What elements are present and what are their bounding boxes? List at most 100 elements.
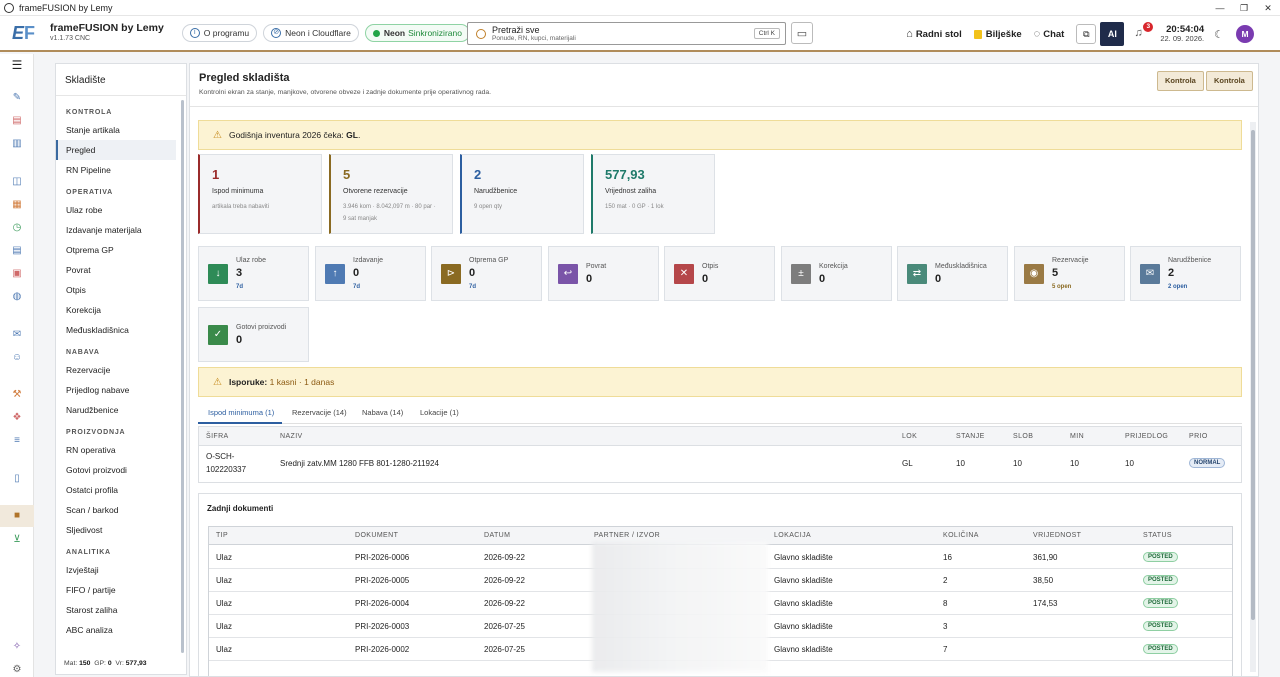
document-icon[interactable]: ▤ <box>11 115 23 127</box>
list-icon[interactable]: ▤ <box>11 245 23 257</box>
sliders-icon[interactable]: ≡ <box>11 435 23 447</box>
kontrola-button-2[interactable]: Kontrola <box>1206 71 1253 91</box>
sidebar-item-povrat[interactable]: Povrat <box>56 260 186 280</box>
deliveries-alert: ⚠ Isporuke: 1 kasni · 1 danas <box>198 367 1242 397</box>
sidebar-item-ulaz-robe[interactable]: Ulaz robe <box>56 200 186 220</box>
sparkle-icon[interactable]: ✧ <box>11 641 23 653</box>
calendar-icon[interactable]: ▦ <box>11 199 23 211</box>
main-scrollbar[interactable] <box>1250 122 1256 672</box>
sidebar-item-ostatci-profila[interactable]: Ostatci profila <box>56 480 186 500</box>
movement-card-gotovi-proizvodi[interactable]: ✓ Gotovi proizvodi 0 <box>198 307 309 362</box>
tab-bar: Ispod minimuma (1) Rezervacije (14) Naba… <box>198 402 1242 424</box>
file-icon[interactable]: ▥ <box>11 138 23 150</box>
movement-card-meduskladisnica[interactable]: ⇄ Međuskladišnica 0 <box>897 246 1008 301</box>
sidebar-item-otpis[interactable]: Otpis <box>56 280 186 300</box>
notifications-button[interactable]: ♫ 3 <box>1134 22 1154 41</box>
tab-ispod-minimuma[interactable]: Ispod minimuma (1) <box>208 408 274 417</box>
movement-card-rezervacije[interactable]: ◉ Rezervacije 5 5 open <box>1014 246 1125 301</box>
movement-card-otpis[interactable]: ✕ Otpis 0 <box>664 246 775 301</box>
sidebar-item-narudzbenice[interactable]: Narudžbenice <box>56 400 186 420</box>
sidebar-footer: Mat: 150 GP: 0 Vr: 577,93 <box>64 660 147 667</box>
gear-icon[interactable]: ⚙ <box>11 664 23 676</box>
global-search-input[interactable]: Pretraži sve Ponude, RN, kupci, materija… <box>467 22 786 45</box>
book-icon[interactable]: ▯ <box>11 473 23 485</box>
sidebar-item-korekcija[interactable]: Korekcija <box>56 300 186 320</box>
tab-nabava[interactable]: Nabava (14) <box>362 408 403 417</box>
sidebar-item-pregled[interactable]: Pregled <box>56 140 176 160</box>
scrollbar-thumb[interactable] <box>1251 130 1255 620</box>
app-header: EF frameFUSION by Lemy v1.1.73 CNC iO pr… <box>0 16 1280 52</box>
notes-link[interactable]: Bilješke <box>973 29 1022 40</box>
sidebar-scrollbar[interactable] <box>181 100 184 653</box>
sidebar-item-fifo[interactable]: FIFO / partije <box>56 580 186 600</box>
box-icon[interactable]: ◫ <box>11 176 23 188</box>
minimize-button[interactable]: — <box>1208 0 1232 16</box>
windows-button[interactable]: ⧉ <box>1076 24 1097 44</box>
neon-cloudflare-button[interactable]: ⊘ Neon i Cloudflare <box>263 24 359 42</box>
documents-panel: Zadnji dokumenti TIP DOKUMENT DATUM PART… <box>198 493 1242 676</box>
sidebar-item-meduskladisnica[interactable]: Međuskladišnica <box>56 320 186 340</box>
priority-badge: NORMAL <box>1189 458 1226 468</box>
sidebar-item-prijedlog-nabave[interactable]: Prijedlog nabave <box>56 380 186 400</box>
window-title: frameFUSION by Lemy <box>19 2 113 13</box>
tools-icon[interactable]: ⚒ <box>11 389 23 401</box>
sidebar-item-otprema-gp[interactable]: Otprema GP <box>56 240 186 260</box>
movement-card-povrat[interactable]: ↩ Povrat 0 <box>548 246 659 301</box>
chat-link[interactable]: ◌ Chat <box>1034 28 1065 40</box>
clock-icon[interactable]: ◷ <box>11 222 23 234</box>
search-icon <box>476 28 486 39</box>
clock: 20:54:04 22. 09. 2026. <box>1160 24 1204 44</box>
movement-card-ulaz-robe[interactable]: ↓ Ulaz robe 3 7d <box>198 246 309 301</box>
tab-lokacije[interactable]: Lokacije (1) <box>420 408 459 417</box>
layers-icon[interactable]: ❖ <box>11 412 23 424</box>
redacted-partner-column <box>592 542 768 672</box>
below-min-table: ŠIFRA NAZIV LOK STANJE SLOB MIN PRIJEDLO… <box>198 426 1242 483</box>
about-button[interactable]: iO programu <box>181 24 258 42</box>
sidebar-item-izdavanje[interactable]: Izdavanje materijala <box>56 220 186 240</box>
cart-icon[interactable]: ⊻ <box>11 534 23 546</box>
edit-icon[interactable]: ✎ <box>11 92 23 104</box>
maximize-button[interactable]: ❐ <box>1232 0 1256 16</box>
sidebar-item-rezervacije[interactable]: Rezervacije <box>56 360 186 380</box>
sidebar-item-gotovi-proizvodi[interactable]: Gotovi proizvodi <box>56 460 186 480</box>
app-logo: EF <box>12 23 35 43</box>
close-button[interactable]: ✕ <box>1256 0 1280 16</box>
sidebar-item-rn-operativa[interactable]: RN operativa <box>56 440 186 460</box>
status-badge: POSTED <box>1143 552 1178 562</box>
mail-icon[interactable]: ✉ <box>11 329 23 341</box>
theme-toggle-icon[interactable]: ☾ <box>1214 28 1224 41</box>
warehouse-icon[interactable]: ■ <box>0 505 34 527</box>
kpi-card-orders[interactable]: 2 Narudžbenice 9 open qty <box>460 154 584 234</box>
window-titlebar: frameFUSION by Lemy — ❐ ✕ <box>0 0 1280 16</box>
globe-icon[interactable]: ◍ <box>11 291 23 303</box>
menu-icon[interactable]: ☰ <box>11 59 23 71</box>
kpi-card-below-min[interactable]: 1 Ispod minimuma artikala treba nabaviti <box>198 154 322 234</box>
sidebar-item-starost-zaliha[interactable]: Starost zaliha <box>56 600 186 620</box>
monitor-button[interactable]: ▭ <box>791 22 813 44</box>
chat-icon: ◌ <box>1033 28 1041 40</box>
movement-card-otprema-gp[interactable]: ⊳ Otprema GP 0 7d <box>431 246 542 301</box>
desktop-link[interactable]: ⌂ Radni stol <box>906 28 962 40</box>
notification-badge: 3 <box>1143 22 1154 32</box>
sidebar-item-sljedivost[interactable]: Sljedivost <box>56 520 186 540</box>
sidebar-item-abc-analiza[interactable]: ABC analiza <box>56 620 186 640</box>
sidebar-item-scan-barkod[interactable]: Scan / barkod <box>56 500 186 520</box>
kpi-card-reservations[interactable]: 5 Otvorene rezervacije 3.946 kom · 8.042… <box>329 154 453 234</box>
tab-rezervacije[interactable]: Rezervacije (14) <box>292 408 347 417</box>
status-badge: POSTED <box>1143 575 1178 585</box>
kpi-card-stock-value[interactable]: 577,93 Vrijednost zaliha 150 mat · 0 GP … <box>591 154 715 234</box>
sidebar-section-kontrola: KONTROLA <box>66 109 113 116</box>
pdf-icon[interactable]: ▣ <box>11 268 23 280</box>
sidebar-item-stanje-artikala[interactable]: Stanje artikala <box>56 120 186 140</box>
users-icon[interactable]: ☺ <box>11 352 23 364</box>
kontrola-button-1[interactable]: Kontrola <box>1157 71 1204 91</box>
sidebar-item-rn-pipeline[interactable]: RN Pipeline <box>56 160 186 180</box>
ai-button[interactable]: AI <box>1100 22 1125 46</box>
movement-card-narudzbenice[interactable]: ✉ Narudžbenice 2 2 open <box>1130 246 1241 301</box>
movement-card-izdavanje[interactable]: ↑ Izdavanje 0 7d <box>315 246 426 301</box>
arrow-down-icon: ↓ <box>208 264 228 284</box>
sidebar-item-izvjestaji[interactable]: Izvještaji <box>56 560 186 580</box>
avatar[interactable]: M <box>1236 25 1254 43</box>
sync-status-button[interactable]: Neon Sinkronizirano <box>364 24 470 42</box>
movement-card-korekcija[interactable]: ± Korekcija 0 <box>781 246 892 301</box>
